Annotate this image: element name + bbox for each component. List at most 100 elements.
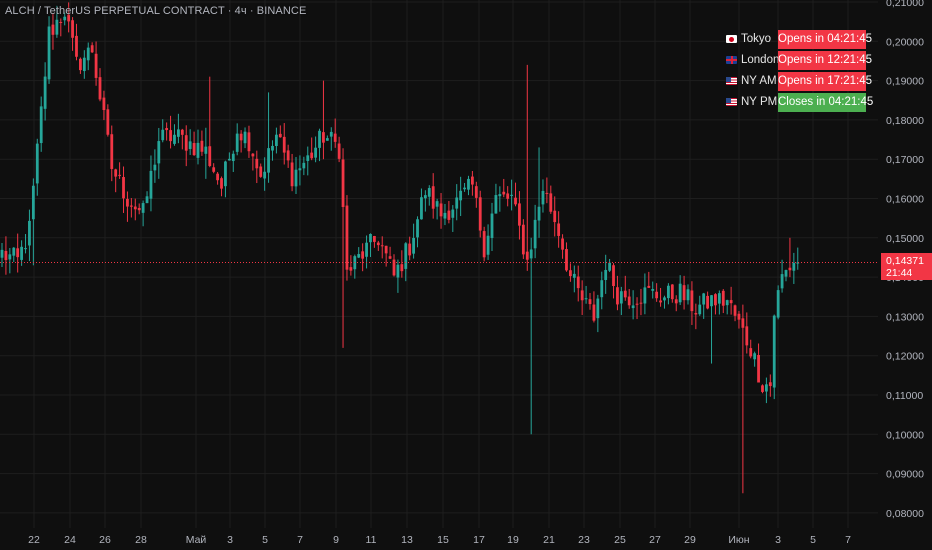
candle-body <box>780 274 784 289</box>
candle-body <box>525 251 529 260</box>
uk-flag-icon <box>726 56 737 64</box>
price-tick-label: 0,08000 <box>886 508 924 520</box>
time-tick-label: 26 <box>99 534 111 546</box>
candle-body <box>114 169 118 177</box>
candle-body <box>569 270 572 277</box>
candle-body <box>639 302 643 304</box>
candle-body <box>24 248 27 250</box>
candle-body <box>302 162 306 169</box>
candle-body <box>149 170 153 199</box>
candle-body <box>271 145 274 151</box>
candle-body <box>349 267 353 271</box>
us-flag-icon <box>726 77 737 85</box>
candle-body <box>306 155 310 161</box>
candle-body <box>396 264 400 278</box>
bar-countdown: 21:44 <box>886 267 913 279</box>
candle-body <box>192 143 196 156</box>
candle-body <box>63 16 67 21</box>
candle-body <box>169 130 172 142</box>
candle-body <box>721 290 725 306</box>
candle-body <box>702 293 706 305</box>
candle-body <box>490 213 494 238</box>
candle-body <box>674 299 678 304</box>
candle-body <box>129 205 133 207</box>
candle-body <box>667 285 670 299</box>
candle-body <box>549 193 553 212</box>
candle-body <box>4 250 8 261</box>
candle-body <box>180 129 184 135</box>
session-name: NY AM <box>741 75 777 87</box>
candle-body <box>592 304 596 321</box>
time-tick-label: Июн <box>728 534 749 546</box>
candle-body <box>259 166 263 177</box>
candle-body <box>267 148 270 173</box>
candle-body <box>647 285 651 288</box>
time-tick-label: 28 <box>135 534 147 546</box>
candle-body <box>43 76 47 109</box>
price-tick-label: 0,17000 <box>886 154 924 166</box>
candle-body <box>443 212 447 219</box>
time-axis[interactable]: 22 24 26 28 Май 3 5 7 9 11 13 15 17 19 21 23 25 27 29 Июн 3 5… <box>28 534 851 546</box>
candle-body <box>772 315 776 388</box>
candle-body <box>369 233 372 243</box>
price-tick-label: 0,20000 <box>886 36 924 48</box>
us-flag-icon <box>726 98 737 106</box>
candle-body <box>337 143 341 159</box>
candle-body <box>361 251 365 259</box>
session-row-ny-am: NY AM Opens in 17:21:45 <box>724 72 872 93</box>
candle-body <box>118 174 121 176</box>
candle-body <box>784 270 788 277</box>
candle-body <box>106 109 110 135</box>
candle-body <box>325 138 329 141</box>
candle-body <box>533 219 537 249</box>
symbol-title[interactable]: ALCH / TetherUS PERPETUAL CONTRACT · 4ч … <box>5 5 306 17</box>
candle-body <box>8 254 12 260</box>
price-tick-label: 0,18000 <box>886 115 924 127</box>
candle-body <box>768 382 772 387</box>
candle-body <box>286 150 290 161</box>
candle-body <box>341 159 345 207</box>
candle-body <box>765 384 768 392</box>
time-tick-label: 15 <box>437 534 449 546</box>
candle-body <box>122 177 125 199</box>
candle-body <box>788 267 792 271</box>
price-tick-label: 0,16000 <box>886 194 924 206</box>
candle-body <box>733 305 737 316</box>
candle-body <box>521 224 525 255</box>
candle-body <box>20 246 23 260</box>
time-tick-label: 5 <box>810 534 816 546</box>
candle-body <box>471 176 474 185</box>
candle-body <box>275 134 278 146</box>
candle-body <box>420 197 423 220</box>
candle-body <box>177 129 180 137</box>
time-tick-label: 9 <box>333 534 339 546</box>
candle-body <box>47 26 51 80</box>
candle-body <box>31 185 35 220</box>
candle-body <box>616 287 619 305</box>
candle-body <box>776 290 780 318</box>
price-tick-label: 0,12000 <box>886 351 924 363</box>
session-row-london: London Opens in 12:21:45 <box>724 51 872 72</box>
candle-body <box>329 131 333 137</box>
candle-body <box>506 193 510 199</box>
candle-body <box>345 205 349 270</box>
candle-body <box>753 353 757 360</box>
candle-body <box>529 249 533 259</box>
candle-body <box>757 354 760 383</box>
candle-body <box>86 47 90 61</box>
session-name: NY PM <box>741 96 778 108</box>
candle-body <box>741 318 745 328</box>
candle-body <box>298 168 302 171</box>
candle-body <box>314 147 317 158</box>
candle-body <box>98 77 102 100</box>
time-tick-label: 27 <box>649 534 661 546</box>
candle-body <box>322 132 325 143</box>
candle-body <box>482 231 486 258</box>
candle-body <box>318 130 321 148</box>
candle-body <box>294 169 298 187</box>
candle-body <box>565 249 568 271</box>
candle-body <box>729 300 733 304</box>
price-tick-label: 0,10000 <box>886 429 924 441</box>
candle-body <box>404 243 408 269</box>
candle-body <box>584 298 588 300</box>
